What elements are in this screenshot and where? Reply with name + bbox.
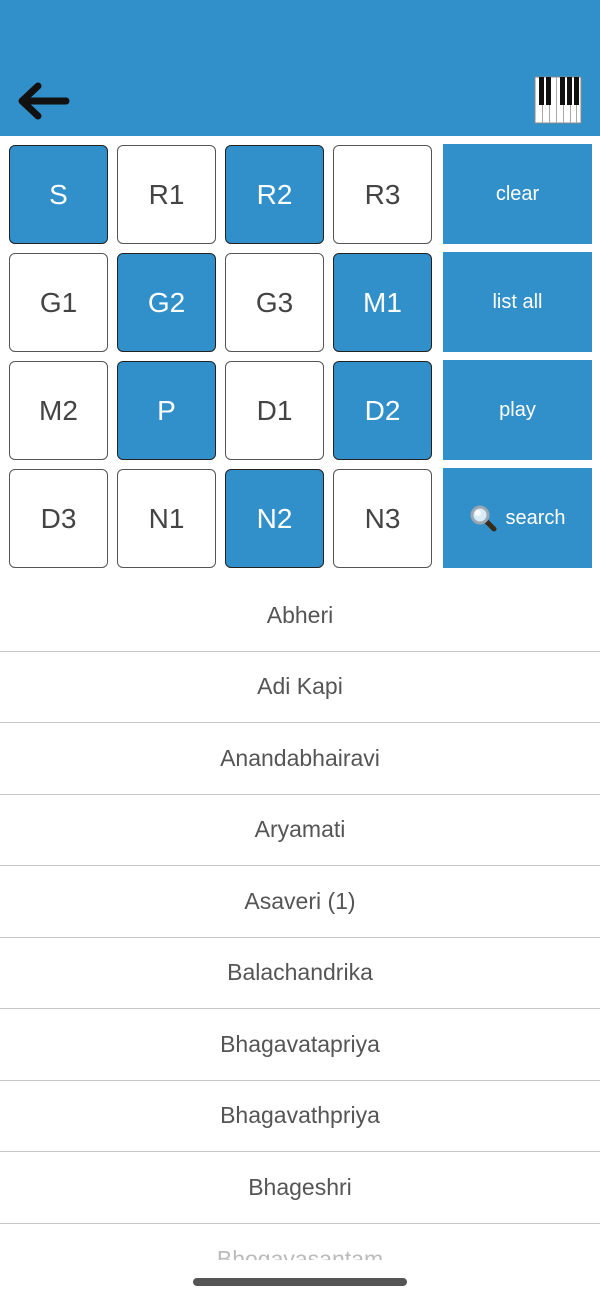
list-all-button[interactable]: list all xyxy=(443,252,592,352)
list-item[interactable]: Bhagavathpriya xyxy=(0,1081,600,1152)
swara-key-g1[interactable]: G1 xyxy=(9,253,108,352)
app-header xyxy=(0,0,600,136)
search-button-label: search xyxy=(505,506,566,529)
swara-grid: S R1 R2 R3 G1 G2 G3 M1 M2 P D1 D2 D3 N1 … xyxy=(0,136,600,576)
swara-key-d1[interactable]: D1 xyxy=(225,361,324,460)
swara-key-r3[interactable]: R3 xyxy=(333,145,432,244)
list-item[interactable]: Adi Kapi xyxy=(0,652,600,723)
list-item[interactable]: Abheri xyxy=(0,580,600,652)
raga-list[interactable]: Abheri Adi Kapi Anandabhairavi Aryamati … xyxy=(0,580,600,1260)
swara-key-r2[interactable]: R2 xyxy=(225,145,324,244)
play-button[interactable]: play xyxy=(443,360,592,460)
piano-button[interactable] xyxy=(534,76,582,124)
swara-key-d3[interactable]: D3 xyxy=(9,469,108,568)
back-button[interactable] xyxy=(14,78,70,124)
search-button[interactable]: search xyxy=(443,468,592,568)
swara-key-n3[interactable]: N3 xyxy=(333,469,432,568)
list-item[interactable]: Bhagavatapriya xyxy=(0,1009,600,1081)
piano-keyboard-icon xyxy=(534,76,582,124)
list-item[interactable]: Aryamati xyxy=(0,795,600,866)
swara-key-m1[interactable]: M1 xyxy=(333,253,432,352)
list-item[interactable]: Bhogavasantam xyxy=(0,1224,600,1261)
swara-key-s[interactable]: S xyxy=(9,145,108,244)
swara-key-p[interactable]: P xyxy=(117,361,216,460)
swara-key-r1[interactable]: R1 xyxy=(117,145,216,244)
home-indicator[interactable] xyxy=(193,1278,407,1286)
swara-key-n1[interactable]: N1 xyxy=(117,469,216,568)
arrow-left-icon xyxy=(18,82,70,120)
swara-key-d2[interactable]: D2 xyxy=(333,361,432,460)
list-item[interactable]: Asaveri (1) xyxy=(0,866,600,938)
list-item[interactable]: Balachandrika xyxy=(0,938,600,1009)
list-item[interactable]: Anandabhairavi xyxy=(0,723,600,795)
magnifier-icon xyxy=(470,505,497,532)
swara-key-g3[interactable]: G3 xyxy=(225,253,324,352)
swara-key-m2[interactable]: M2 xyxy=(9,361,108,460)
swara-key-g2[interactable]: G2 xyxy=(117,253,216,352)
list-item[interactable]: Bhageshri xyxy=(0,1152,600,1224)
clear-button[interactable]: clear xyxy=(443,144,592,244)
swara-key-n2[interactable]: N2 xyxy=(225,469,324,568)
